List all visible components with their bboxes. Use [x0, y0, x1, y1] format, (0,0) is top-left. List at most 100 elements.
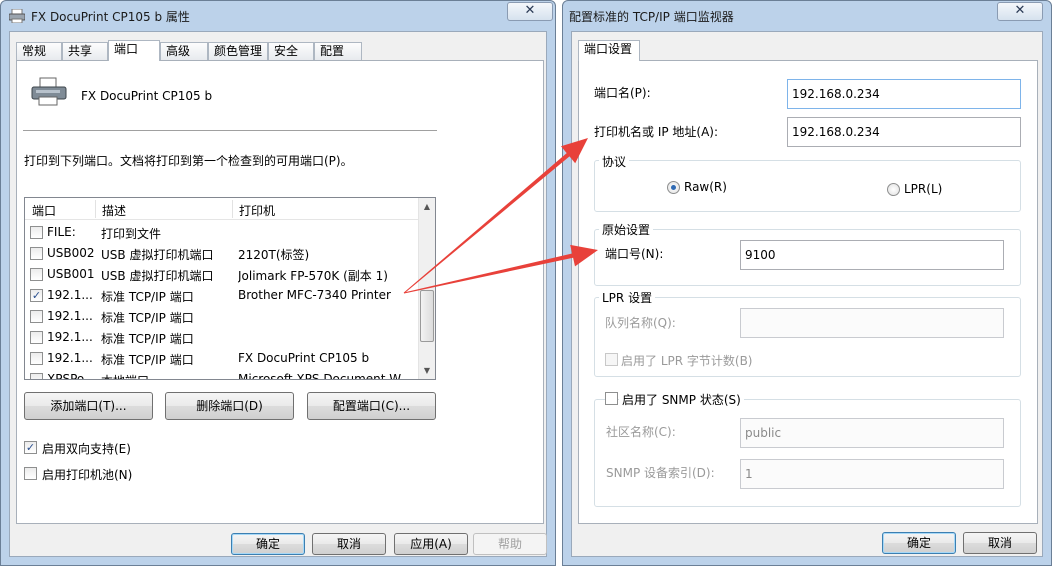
port-name-label: 端口名(P):	[594, 86, 651, 100]
row-printer: FX DocuPrint CP105 b	[238, 351, 370, 365]
scroll-up-icon[interactable]: ▲	[419, 198, 435, 215]
pool-checkbox[interactable]	[24, 467, 37, 480]
port-number-input[interactable]: 9100	[740, 240, 1004, 270]
row-port: 192.1...	[47, 330, 93, 344]
table-row[interactable]: 192.1... 标准 TCP/IP 端口	[25, 306, 418, 327]
queue-name-input[interactable]	[740, 308, 1004, 338]
window-title: 配置标准的 TCP/IP 端口监视器	[569, 10, 734, 24]
column-separator	[95, 200, 96, 218]
snmp-checkbox[interactable]	[605, 392, 618, 405]
tab-sharing[interactable]: 共享	[62, 42, 108, 60]
row-printer: Brother MFC-7340 Printer	[238, 288, 391, 302]
printer-icon	[9, 9, 25, 23]
queue-name-label: 队列名称(Q):	[605, 316, 676, 330]
row-printer: Jolimark FP-570K (副本 1)	[238, 269, 388, 283]
help-button[interactable]: 帮助	[473, 533, 547, 555]
snmp-device-index-label: SNMP 设备索引(D):	[606, 466, 715, 480]
title-bar[interactable]: FX DocuPrint CP105 b 属性 ✕	[1, 1, 555, 31]
row-description: 打印到文件	[101, 227, 162, 241]
tab-advanced[interactable]: 高级	[160, 42, 208, 60]
apply-button[interactable]: 应用(A)	[394, 533, 468, 555]
tab-general[interactable]: 常规	[16, 42, 62, 60]
add-port-button[interactable]: 添加端口(T)...	[24, 392, 153, 420]
tab-security[interactable]: 安全	[268, 42, 314, 60]
ok-button[interactable]: 确定	[231, 533, 305, 555]
cancel-button[interactable]: 取消	[963, 532, 1037, 554]
row-checkbox[interactable]	[30, 373, 43, 379]
list-header: 端口 描述 打印机	[25, 198, 418, 220]
community-name-input[interactable]: public	[740, 418, 1004, 448]
tab-port-settings[interactable]: 端口设置	[578, 40, 640, 61]
protocol-group	[594, 160, 1021, 212]
row-description: USB 虚拟打印机端口	[101, 269, 214, 283]
row-checkbox[interactable]: ✓	[30, 289, 43, 302]
table-row[interactable]: FILE: 打印到文件	[25, 222, 418, 243]
separator	[23, 130, 437, 131]
row-port: 192.1...	[47, 309, 93, 323]
lpr-label[interactable]: LPR(L)	[904, 182, 942, 196]
row-description: 标准 TCP/IP 端口	[101, 332, 194, 346]
tab-color-management[interactable]: 颜色管理	[208, 42, 268, 60]
pool-label[interactable]: 启用打印机池(N)	[42, 466, 132, 483]
scroll-down-icon[interactable]: ▼	[419, 362, 435, 379]
bidi-label[interactable]: 启用双向支持(E)	[42, 440, 131, 457]
snmp-device-index-input[interactable]: 1	[740, 459, 1004, 489]
table-row[interactable]: 192.1... 标准 TCP/IP 端口 FX DocuPrint CP105 b	[25, 348, 418, 369]
column-description[interactable]: 描述	[102, 202, 126, 219]
printer-name: FX DocuPrint CP105 b	[81, 89, 213, 103]
host-input[interactable]: 192.168.0.234	[787, 117, 1021, 147]
row-description: 标准 TCP/IP 端口	[101, 290, 194, 304]
delete-port-button[interactable]: 删除端口(D)	[165, 392, 294, 420]
title-bar[interactable]: 配置标准的 TCP/IP 端口监视器 ✕	[563, 1, 1051, 31]
snmp-label[interactable]: 启用了 SNMP 状态(S)	[619, 391, 744, 408]
ports-instruction: 打印到下列端口。文档将打印到第一个检查到的可用端口(P)。	[24, 154, 353, 168]
row-description: 标准 TCP/IP 端口	[101, 311, 194, 325]
ports-panel: FX DocuPrint CP105 b 打印到下列端口。文档将打印到第一个检查…	[16, 60, 544, 524]
tab-configuration[interactable]: 配置	[314, 42, 362, 60]
raw-label[interactable]: Raw(R)	[684, 180, 727, 194]
row-description: 标准 TCP/IP 端口	[101, 353, 194, 367]
row-checkbox[interactable]	[30, 331, 43, 344]
community-name-label: 社区名称(C):	[606, 425, 676, 439]
dialog-client: 端口设置 端口名(P): 192.168.0.234 打印机名或 IP 地址(A…	[571, 31, 1043, 557]
row-checkbox[interactable]	[30, 310, 43, 323]
column-printer[interactable]: 打印机	[239, 202, 275, 219]
table-row[interactable]: 192.1... 标准 TCP/IP 端口	[25, 327, 418, 348]
column-port[interactable]: 端口	[32, 202, 56, 219]
row-checkbox[interactable]	[30, 268, 43, 281]
configure-port-button[interactable]: 配置端口(C)...	[307, 392, 436, 420]
table-row[interactable]: XPSPo... 本地端口 Microsoft XPS Document W...	[25, 369, 418, 380]
row-checkbox[interactable]	[30, 226, 43, 239]
lpr-byte-count-checkbox[interactable]	[605, 353, 618, 366]
lpr-settings-title: LPR 设置	[599, 289, 656, 306]
close-button[interactable]: ✕	[997, 2, 1043, 21]
lpr-radio[interactable]	[887, 183, 900, 196]
table-row[interactable]: USB002 USB 虚拟打印机端口 2120T(标签)	[25, 243, 418, 264]
ports-list[interactable]: 端口 描述 打印机 FILE: 打印到文件 USB002 USB 虚拟打印机端口 212…	[24, 197, 436, 380]
port-settings-panel: 端口名(P): 192.168.0.234 打印机名或 IP 地址(A): 19…	[578, 60, 1038, 524]
lpr-byte-count-label: 启用了 LPR 字节计数(B)	[621, 354, 753, 368]
row-port: USB001	[47, 267, 95, 281]
tcpip-port-monitor-window: 配置标准的 TCP/IP 端口监视器 ✕ 端口设置 端口名(P): 192.16…	[562, 0, 1052, 566]
row-port: 192.1...	[47, 351, 93, 365]
row-description: 本地端口	[101, 372, 231, 379]
raw-radio[interactable]	[667, 181, 680, 194]
tab-ports[interactable]: 端口	[108, 40, 160, 61]
cancel-button[interactable]: 取消	[312, 533, 386, 555]
printer-large-icon	[31, 77, 67, 106]
row-port: XPSPo...	[47, 372, 96, 380]
table-row[interactable]: ✓ 192.1... 标准 TCP/IP 端口 Brother MFC-7340 Pr…	[25, 285, 418, 306]
table-row[interactable]: USB001 USB 虚拟打印机端口 Jolimark FP-570K (副本 1)	[25, 264, 418, 285]
row-checkbox[interactable]	[30, 247, 43, 260]
row-checkbox[interactable]	[30, 352, 43, 365]
row-port: 192.1...	[47, 288, 93, 302]
scroll-thumb[interactable]	[420, 290, 434, 342]
port-name-input[interactable]: 192.168.0.234	[787, 79, 1021, 109]
ok-button[interactable]: 确定	[882, 532, 956, 554]
list-scrollbar[interactable]: ▲ ▼	[418, 198, 435, 379]
bidi-checkbox[interactable]: ✓	[24, 441, 37, 454]
close-button[interactable]: ✕	[507, 2, 553, 21]
port-number-label: 端口号(N):	[605, 247, 664, 261]
row-port: USB002	[47, 246, 95, 260]
window-title: FX DocuPrint CP105 b 属性	[31, 10, 190, 24]
